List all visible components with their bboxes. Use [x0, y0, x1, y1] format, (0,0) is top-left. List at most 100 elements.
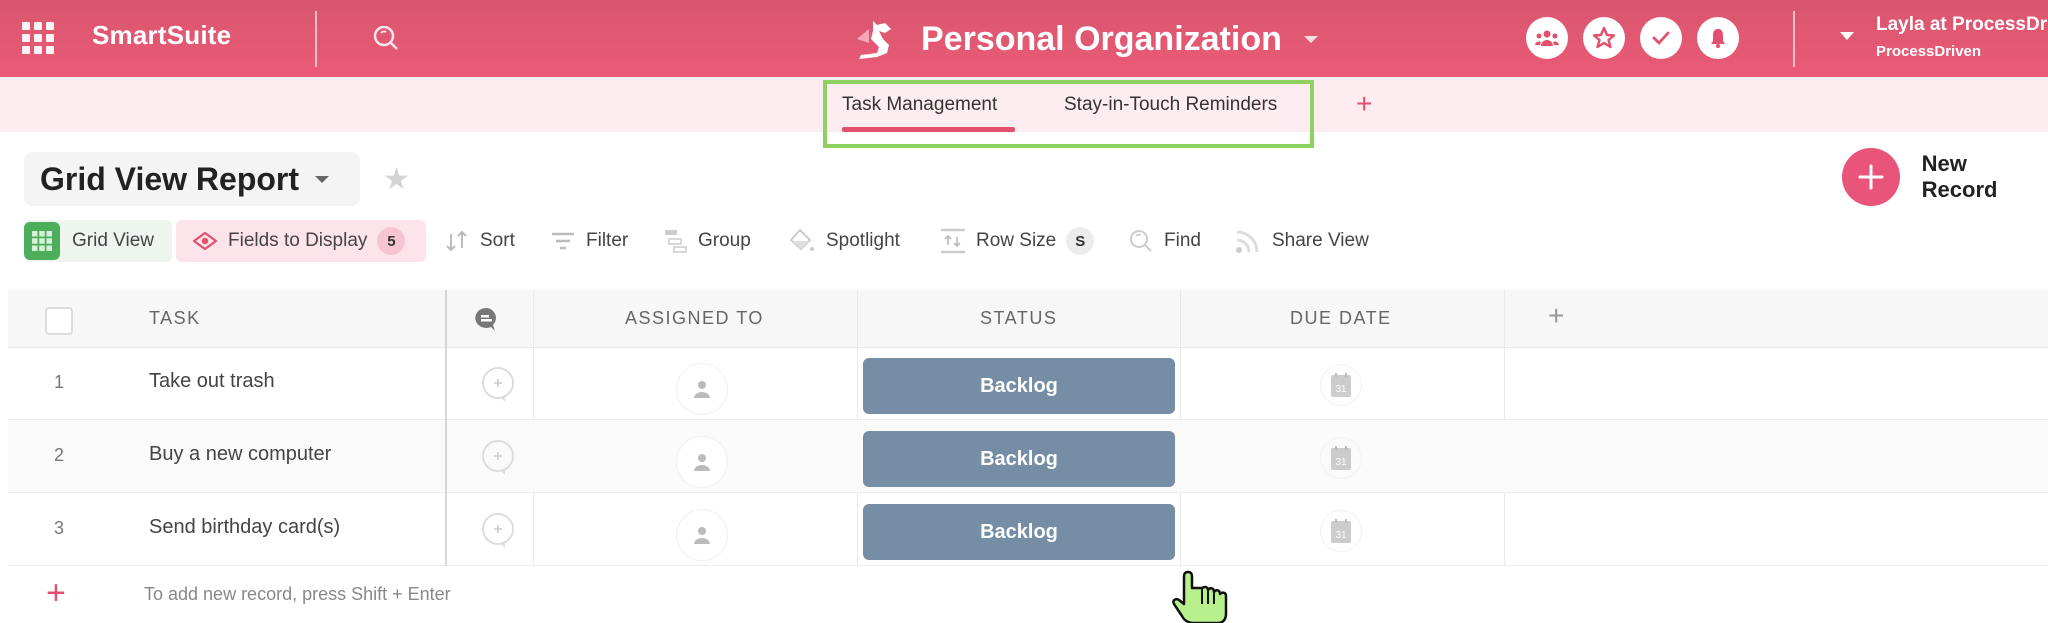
new-record-button[interactable]: New Record: [1842, 148, 2048, 206]
assign-user-button[interactable]: [676, 363, 728, 415]
tab-task-management[interactable]: Task Management: [842, 94, 997, 116]
select-all-checkbox[interactable]: [45, 307, 73, 335]
view-selector[interactable]: Grid View Report: [24, 152, 360, 206]
row-size-label: Row Size: [976, 230, 1057, 251]
search-icon: [1128, 228, 1154, 254]
divider: [315, 11, 317, 67]
add-record-row[interactable]: + To add new record, press Shift + Enter: [0, 566, 2048, 623]
rss-share-icon: [1234, 227, 1262, 255]
table-row[interactable]: 2 Buy a new computer Backlog 31: [8, 421, 2048, 493]
notifications-button[interactable]: [1697, 17, 1739, 59]
filter-icon: [550, 231, 576, 251]
team-button[interactable]: [1526, 17, 1568, 59]
add-tab-button[interactable]: +: [1356, 88, 1372, 120]
assign-user-button[interactable]: [676, 509, 728, 561]
share-view-button[interactable]: Share View: [1234, 220, 1369, 262]
add-comment-icon[interactable]: [478, 364, 518, 404]
top-bar: SmartSuite Personal Organization Layla a…: [0, 0, 2048, 77]
user-org: ProcessDriven: [1876, 43, 1982, 60]
calendar-icon: 31: [1331, 373, 1351, 397]
grid-view-label: Grid View: [72, 230, 155, 251]
add-record-plus-icon[interactable]: +: [46, 574, 66, 613]
column-header-status[interactable]: STATUS: [980, 308, 1057, 329]
user-icon: [694, 527, 710, 544]
table-row[interactable]: 1 Take out trash Backlog 31: [8, 348, 2048, 420]
tab-stay-in-touch-reminders[interactable]: Stay-in-Touch Reminders: [1064, 94, 1277, 116]
task-cell[interactable]: Buy a new computer: [149, 443, 331, 466]
grid-header-row: TASK ASSIGNED TO STATUS DUE DATE +: [8, 290, 2048, 348]
frozen-column-divider[interactable]: [445, 290, 447, 566]
row-size-badge: S: [1066, 227, 1095, 255]
new-record-label: New Record: [1921, 151, 1998, 202]
assign-user-button[interactable]: [676, 436, 728, 488]
task-cell[interactable]: Take out trash: [149, 370, 275, 393]
view-toolbar: Grid View Fields to Display 5 Sort Filte…: [0, 220, 2048, 262]
spotlight-button[interactable]: Spotlight: [788, 220, 900, 262]
due-date-picker[interactable]: 31: [1320, 510, 1362, 552]
grid-view-button[interactable]: Grid View: [24, 220, 172, 262]
workspace-switcher[interactable]: Personal Organization: [855, 14, 1318, 64]
group-icon: [664, 228, 688, 254]
brand-logo-text[interactable]: SmartSuite: [92, 20, 231, 51]
view-title: Grid View Report: [40, 160, 300, 197]
column-header-assigned-to[interactable]: ASSIGNED TO: [625, 308, 764, 329]
dragon-logo-icon: [857, 21, 891, 59]
fields-to-display-label: Fields to Display: [228, 230, 368, 251]
hand-cursor-icon: [1172, 570, 1228, 623]
row-number: 3: [54, 518, 65, 538]
star-icon: [1592, 26, 1616, 49]
status-badge[interactable]: Backlog: [863, 431, 1175, 487]
divider: [1793, 11, 1795, 67]
status-badge[interactable]: Backlog: [863, 504, 1175, 560]
svg-text:31: 31: [1335, 384, 1347, 395]
column-header-task[interactable]: TASK: [149, 308, 201, 329]
row-number: 1: [54, 372, 65, 392]
status-badge[interactable]: Backlog: [863, 358, 1175, 414]
user-name: Layla at ProcessDr: [1876, 14, 2048, 35]
fields-count-badge: 5: [377, 227, 406, 255]
bell-icon: [1711, 29, 1725, 48]
group-label: Group: [698, 230, 751, 251]
calendar-icon: 31: [1331, 519, 1351, 543]
add-column-button[interactable]: +: [1548, 300, 1564, 332]
group-button[interactable]: Group: [664, 220, 751, 262]
filter-label: Filter: [586, 230, 629, 251]
favorites-button[interactable]: [1583, 17, 1625, 59]
spotlight-label: Spotlight: [826, 230, 900, 251]
add-comment-icon[interactable]: [478, 510, 518, 550]
find-button[interactable]: Find: [1128, 220, 1201, 262]
add-record-hint: To add new record, press Shift + Enter: [144, 584, 451, 604]
eye-icon: [192, 231, 218, 251]
active-tab-indicator: [842, 127, 1015, 132]
row-size-button[interactable]: Row Size S: [940, 220, 1095, 262]
calendar-icon: 31: [1331, 446, 1351, 470]
row-number: 2: [54, 445, 65, 465]
sort-button[interactable]: Sort: [444, 220, 515, 262]
check-icon: [1652, 31, 1670, 46]
fields-to-display-button[interactable]: Fields to Display 5: [176, 220, 426, 262]
filter-button[interactable]: Filter: [550, 220, 628, 262]
find-label: Find: [1164, 230, 1201, 251]
row-size-icon: [940, 227, 966, 255]
table-row[interactable]: 3 Send birthday card(s) Backlog 31: [8, 494, 2048, 566]
team-icon: [1535, 30, 1559, 46]
svg-text:31: 31: [1335, 530, 1347, 541]
user-icon: [694, 381, 710, 398]
search-icon[interactable]: [370, 22, 402, 54]
add-comment-icon[interactable]: [478, 437, 518, 477]
apps-grid-icon[interactable]: [22, 22, 54, 54]
workspace-title: Personal Organization: [921, 19, 1282, 58]
due-date-picker[interactable]: 31: [1320, 364, 1362, 406]
due-date-picker[interactable]: 31: [1320, 437, 1362, 479]
user-icon: [694, 454, 710, 471]
svg-text:31: 31: [1335, 457, 1347, 468]
paint-bucket-icon: [788, 227, 816, 255]
comments-column-icon[interactable]: [474, 306, 500, 334]
tasks-button[interactable]: [1640, 17, 1682, 59]
task-cell[interactable]: Send birthday card(s): [149, 516, 340, 539]
column-header-due-date[interactable]: DUE DATE: [1290, 308, 1392, 329]
favorite-view-star-icon[interactable]: ★: [383, 162, 410, 197]
chevron-down-icon: [1303, 35, 1318, 43]
sort-label: Sort: [480, 230, 515, 251]
plus-icon: [1842, 148, 1900, 206]
